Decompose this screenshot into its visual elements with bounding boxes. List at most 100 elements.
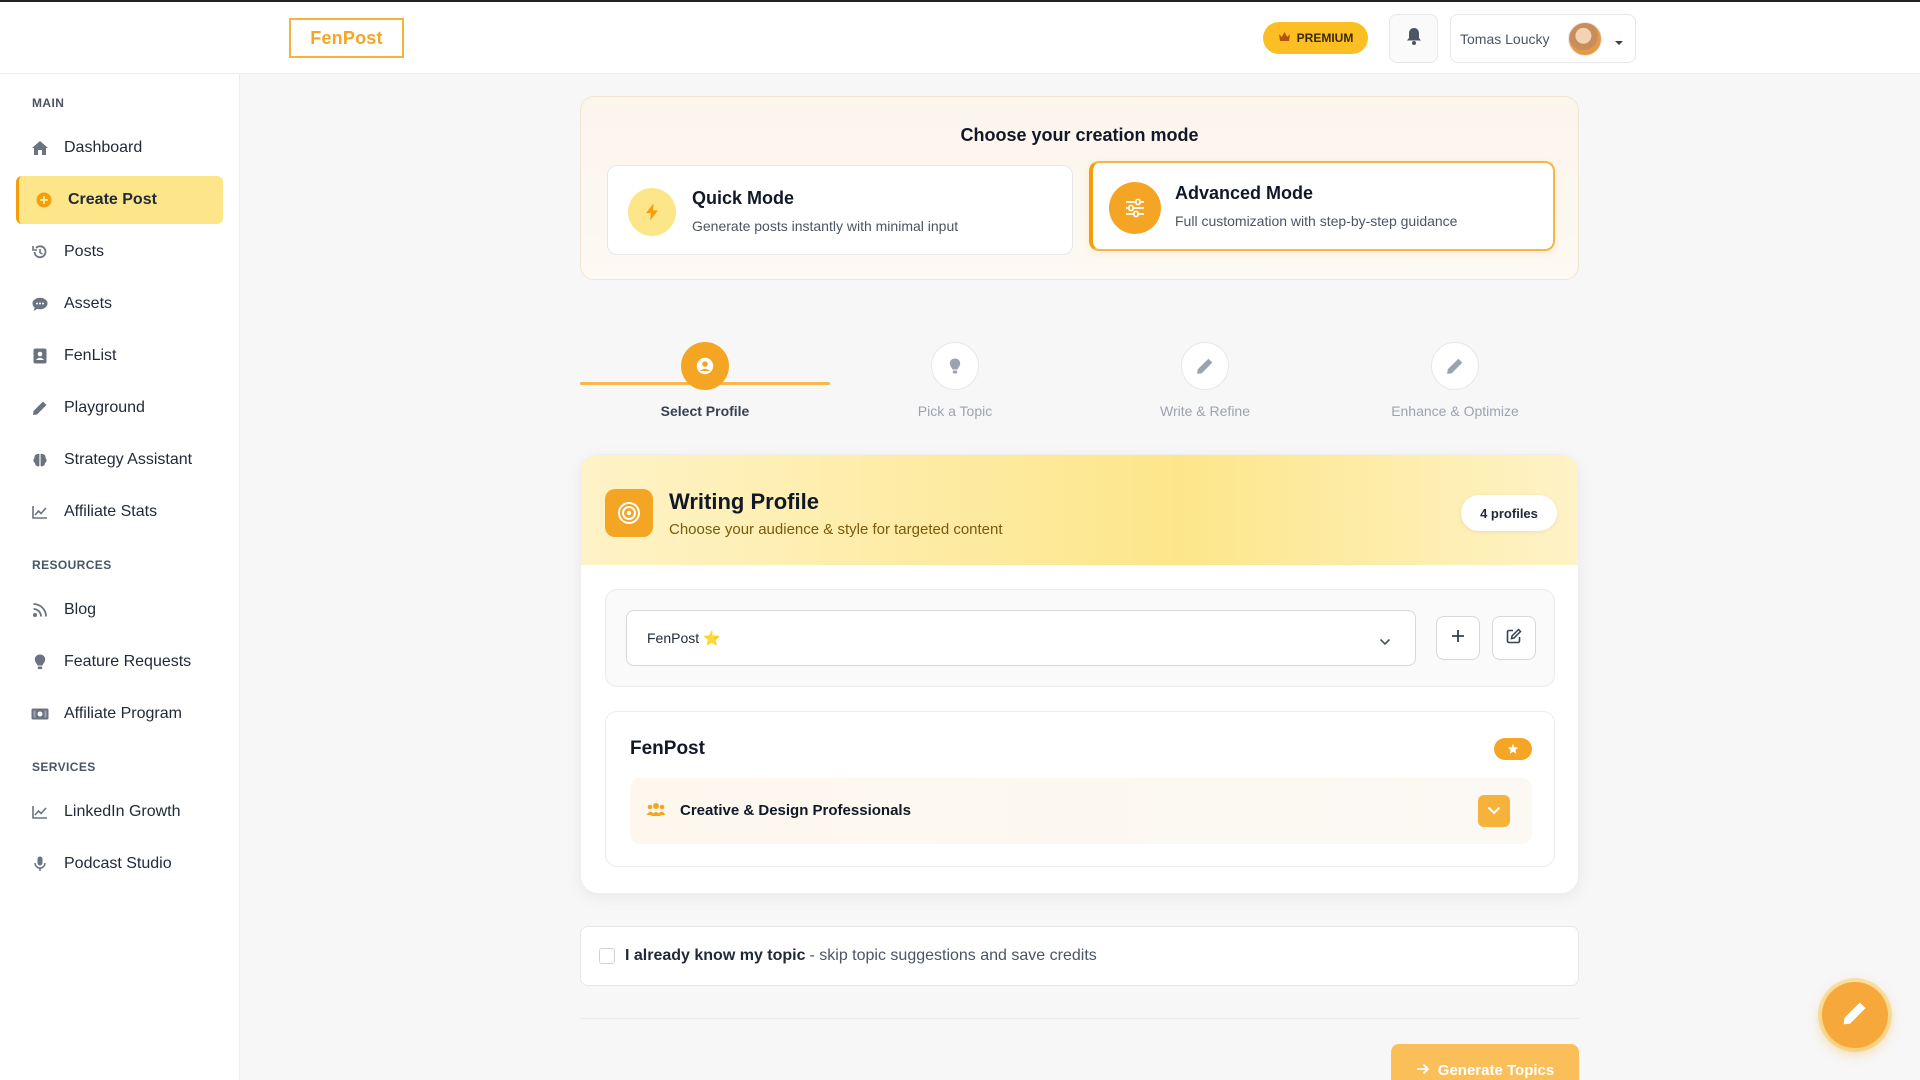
chevron-down-icon <box>1379 633 1391 649</box>
sidebar-item-assets[interactable]: Assets <box>16 280 223 328</box>
star-icon <box>1494 738 1532 760</box>
writing-profile-header: Writing Profile Choose your audience & s… <box>581 455 1578 565</box>
advanced-mode-card[interactable]: Advanced Mode Full customization with st… <box>1089 161 1555 251</box>
sidebar-item-label: Strategy Assistant <box>64 451 193 468</box>
premium-label: PREMIUM <box>1296 31 1354 45</box>
sidebar-item-playground[interactable]: Playground <box>16 384 223 432</box>
sidebar-item-label: Feature Requests <box>64 653 192 670</box>
sidebar-item-affiliate-program[interactable]: Affiliate Program <box>16 690 223 738</box>
sidebar-item-label: Playground <box>64 399 145 416</box>
contact-card-icon <box>30 346 50 366</box>
generate-topics-label: Generate Topics <box>1437 1062 1555 1079</box>
sidebar-item-label: Affiliate Program <box>64 705 182 722</box>
quick-write-fab[interactable] <box>1822 982 1888 1048</box>
creation-mode-title: Choose your creation mode <box>960 125 1199 145</box>
target-icon <box>605 489 653 537</box>
step-label: Write & Refine <box>1160 403 1250 419</box>
top-header: FenPost PREMIUM Tomas Loucky <box>0 2 1920 74</box>
sidebar-section-main: MAIN <box>32 96 65 110</box>
writing-profile-subtitle: Choose your audience & style for targete… <box>669 521 1003 538</box>
notifications-button[interactable] <box>1389 14 1438 63</box>
sidebar-item-label: Create Post <box>68 191 157 208</box>
pencil-icon <box>30 398 50 418</box>
advanced-mode-name: Advanced Mode <box>1175 183 1314 203</box>
sidebar-item-create-post[interactable]: Create Post <box>16 176 223 224</box>
sidebar-item-label: Blog <box>64 601 97 618</box>
audience-label: Creative & Design Professionals <box>680 802 911 819</box>
line-chart-icon <box>30 502 50 522</box>
app-logo[interactable]: FenPost <box>289 18 404 58</box>
step-select-profile[interactable]: Select Profile <box>580 340 830 420</box>
divider <box>580 1018 1579 1019</box>
quick-mode-card[interactable]: Quick Mode Generate posts instantly with… <box>607 165 1073 255</box>
sidebar-item-label: Dashboard <box>64 139 143 156</box>
sidebar-item-label: Podcast Studio <box>64 855 172 872</box>
know-topic-checkbox[interactable] <box>599 948 615 964</box>
writing-profile-card: Writing Profile Choose your audience & s… <box>580 454 1579 894</box>
brain-icon <box>30 450 50 470</box>
profile-select[interactable]: FenPost ⭐ <box>626 610 1416 666</box>
sidebar-item-label: Posts <box>64 243 105 260</box>
audience-expand-button[interactable] <box>1478 795 1510 827</box>
premium-badge[interactable]: PREMIUM <box>1263 22 1368 54</box>
history-icon <box>30 242 50 262</box>
sidebar-section-resources: RESOURCES <box>32 558 112 572</box>
sliders-icon <box>1109 182 1161 234</box>
caret-down-icon <box>1614 34 1624 52</box>
user-menu-button[interactable]: Tomas Loucky <box>1450 14 1636 63</box>
sidebar-item-label: Assets <box>64 295 113 312</box>
chevron-down-icon <box>1487 802 1501 820</box>
chat-icon <box>30 294 50 314</box>
add-profile-button[interactable] <box>1436 616 1480 660</box>
sidebar-section-services: SERVICES <box>32 760 96 774</box>
profile-detail-card: FenPost Creative & Design Professionals <box>605 711 1555 867</box>
sidebar-item-blog[interactable]: Blog <box>16 586 223 634</box>
quick-mode-desc: Generate posts instantly with minimal in… <box>692 218 959 234</box>
step-label: Enhance & Optimize <box>1391 403 1519 419</box>
lightbulb-icon <box>931 342 979 390</box>
step-write-refine[interactable]: Write & Refine <box>1080 340 1330 420</box>
sidebar-item-linkedin-growth[interactable]: LinkedIn Growth <box>16 788 223 836</box>
profile-select-value: FenPost ⭐ <box>647 629 721 646</box>
pencil-icon <box>1842 1000 1868 1031</box>
bell-icon <box>1406 27 1422 50</box>
audience-row[interactable]: Creative & Design Professionals <box>630 778 1532 844</box>
advanced-mode-desc: Full customization with step-by-step gui… <box>1175 213 1458 229</box>
user-name: Tomas Loucky <box>1460 30 1550 47</box>
lightbulb-icon <box>30 652 50 672</box>
edit-icon <box>1506 627 1522 649</box>
sidebar-item-strategy-assistant[interactable]: Strategy Assistant <box>16 436 223 484</box>
quick-mode-name: Quick Mode <box>692 188 795 208</box>
user-circle-icon <box>681 342 729 390</box>
generate-topics-button[interactable]: Generate Topics <box>1391 1044 1579 1080</box>
plus-icon <box>1451 629 1465 648</box>
sidebar-item-podcast-studio[interactable]: Podcast Studio <box>16 840 223 888</box>
microphone-icon <box>30 854 50 874</box>
rss-icon <box>30 600 50 620</box>
step-label: Select Profile <box>660 403 750 419</box>
know-topic-label: I already know my topic <box>625 947 806 964</box>
crown-icon <box>1278 31 1291 45</box>
profile-detail-name: FenPost <box>630 738 705 759</box>
profile-count-badge: 4 profiles <box>1461 495 1557 531</box>
progress-stepper: Select Profile Pick a Topic Write & Refi… <box>580 340 1580 420</box>
pencil-icon <box>1181 342 1229 390</box>
sidebar-item-label: LinkedIn Growth <box>64 803 181 820</box>
know-topic-hint: - skip topic suggestions and save credit… <box>809 947 1097 964</box>
sidebar-item-label: Affiliate Stats <box>64 503 158 520</box>
step-pick-topic[interactable]: Pick a Topic <box>830 340 1080 420</box>
avatar <box>1568 22 1602 56</box>
step-enhance-optimize[interactable]: Enhance & Optimize <box>1330 340 1580 420</box>
home-icon <box>30 138 50 158</box>
know-topic-row[interactable]: I already know my topic - skip topic sug… <box>580 926 1579 986</box>
sidebar-item-fenlist[interactable]: FenList <box>16 332 223 380</box>
step-label: Pick a Topic <box>917 403 993 419</box>
edit-profile-button[interactable] <box>1492 616 1536 660</box>
arrow-right-icon <box>1416 1062 1430 1079</box>
sidebar-item-label: FenList <box>64 347 117 364</box>
sidebar-item-posts[interactable]: Posts <box>16 228 223 276</box>
sidebar-item-feature-requests[interactable]: Feature Requests <box>16 638 223 686</box>
sidebar-item-dashboard[interactable]: Dashboard <box>16 124 223 172</box>
creation-mode-panel: Choose your creation mode Quick Mode Gen… <box>580 96 1579 280</box>
sidebar-item-affiliate-stats[interactable]: Affiliate Stats <box>16 488 223 536</box>
